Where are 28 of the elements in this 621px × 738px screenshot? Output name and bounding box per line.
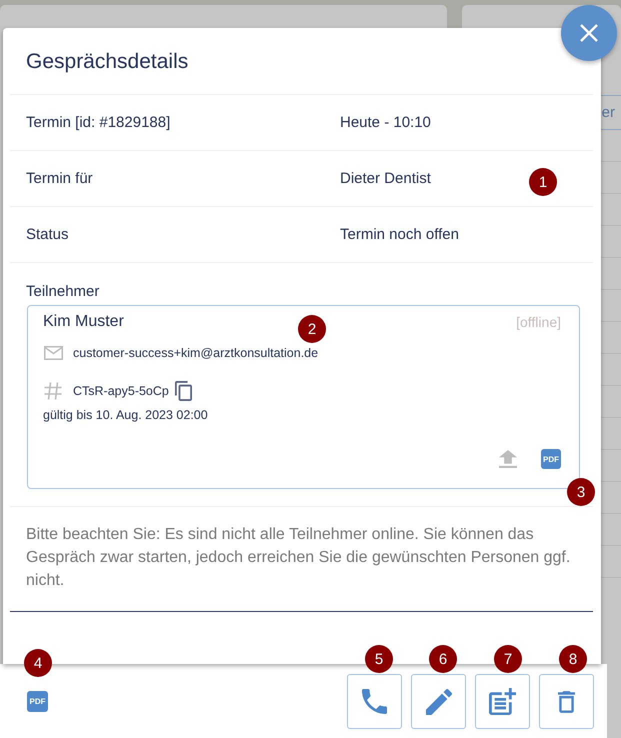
pdf-icon[interactable]: PDF [541, 449, 561, 469]
notice-text: Bitte beachten Sie: Es sind nicht alle Teilnehmer online. Sie können das Gespräch zwar starten, jedoch erreichen Sie die gewünschten Personen ggf. nicht. [10, 507, 593, 612]
detail-value: Heute - 10:10 [340, 114, 431, 131]
delete-button[interactable] [539, 674, 594, 729]
background-text: er [602, 104, 615, 121]
phone-icon [362, 689, 387, 714]
pdf-icon[interactable]: PDF [27, 690, 48, 712]
call-button[interactable] [347, 674, 402, 729]
envelope-icon [44, 346, 63, 360]
detail-label: Status [26, 226, 70, 243]
trash-icon [558, 690, 575, 712]
validity-text: gültig bis 10. Aug. 2023 02:00 [43, 407, 209, 423]
detail-value: Dieter Dentist [340, 170, 431, 187]
detail-label: Termin [id: #1829188] [26, 114, 172, 131]
note-plus-icon [489, 688, 516, 715]
access-code: CTsR-apy5-5oCp [73, 384, 169, 398]
copy-icon[interactable] [174, 381, 192, 401]
email-text: customer-success+kim@arztkonsultation.de [73, 346, 318, 360]
section-label: Teilnehmer [26, 283, 100, 301]
edit-button[interactable] [411, 674, 466, 729]
hash-icon [44, 382, 62, 400]
close-icon [580, 24, 598, 42]
status-text: [offline] [516, 313, 561, 332]
participant-name: Kim Muster [43, 312, 124, 332]
pencil-icon [426, 688, 452, 714]
detail-value: Termin noch offen [340, 226, 459, 243]
add-note-button[interactable] [475, 674, 530, 729]
detail-label: Termin für [26, 170, 94, 187]
